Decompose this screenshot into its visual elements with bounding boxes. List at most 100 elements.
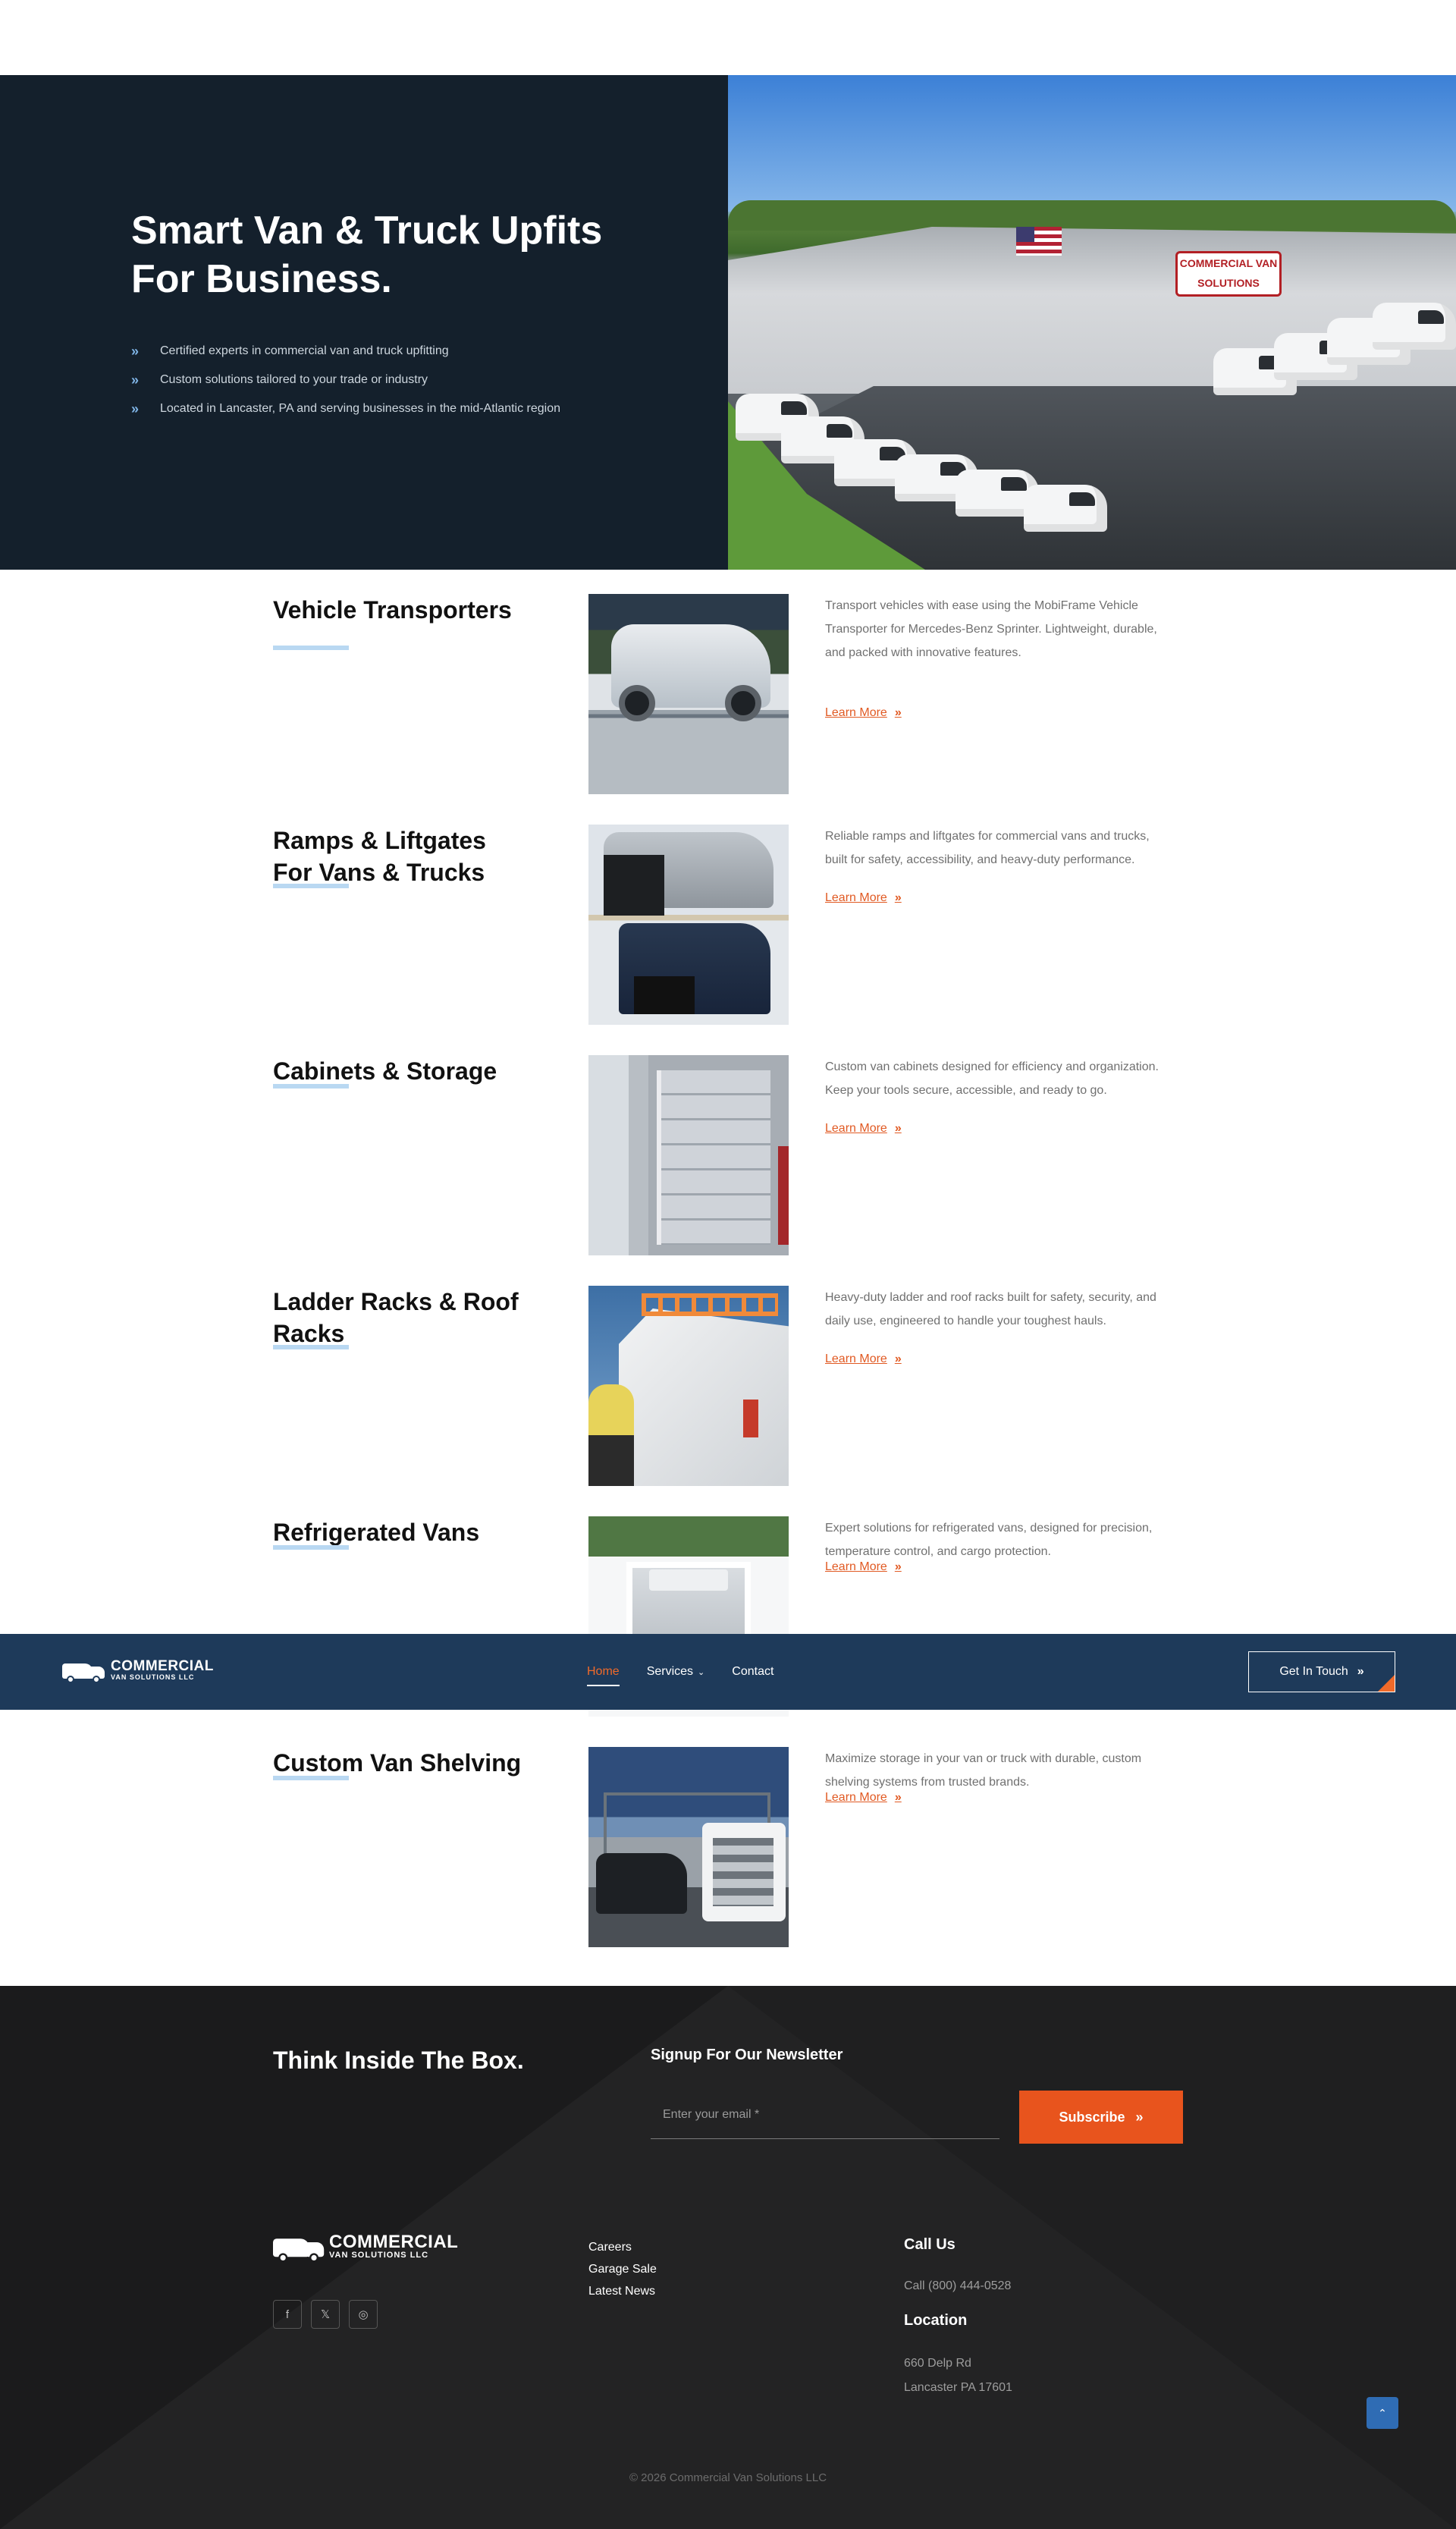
title-underline (273, 1345, 349, 1349)
newsletter-title: Signup For Our Newsletter (651, 2047, 843, 2063)
logo-lockup: COMMERCIAL VAN SOLUTIONS LLC (273, 2233, 458, 2262)
chevron-double-right-icon: » (894, 706, 902, 719)
title-underline (273, 1776, 349, 1780)
back-to-top-button[interactable]: ⌃ (1367, 2397, 1398, 2429)
truck-logo-icon (273, 2233, 326, 2262)
photo-ladder (642, 1293, 778, 1316)
site-footer: Think Inside The Box. Signup For Our New… (0, 1986, 1456, 2529)
nav-label: Home (587, 1665, 620, 1678)
photo-wheel (619, 685, 655, 721)
phone-number[interactable]: Call (800) 444-0528 (904, 2274, 1011, 2298)
truck-logo-icon (62, 1659, 106, 1683)
service-description: Reliable ramps and liftgates for commerc… (825, 830, 1150, 866)
nav-item-home[interactable]: Home (587, 1665, 620, 1686)
service-title: Refrigerated Vans (273, 1519, 480, 1546)
title-underline (273, 1545, 349, 1550)
photo-wheel (725, 685, 761, 721)
service-row-ramps-liftgates: Ramps & Liftgates For Vans & Trucks Reli… (0, 800, 1456, 1031)
chevron-up-icon: ⌃ (1378, 2406, 1387, 2419)
hero-section: Smart Van & Truck Upfits For Business. »… (0, 75, 1456, 570)
photo-cabinet (657, 1070, 770, 1245)
logo-line2: VAN SOLUTIONS LLC (329, 2251, 429, 2260)
logo-wordmark: COMMERCIAL VAN SOLUTIONS LLC (111, 1659, 214, 1682)
learn-more-link[interactable]: Learn More » (825, 1791, 902, 1805)
service-photo-ladder-rack (588, 1286, 789, 1486)
instagram-icon[interactable]: ◎ (349, 2300, 378, 2329)
footer-tagline: Think Inside The Box. (273, 2047, 524, 2074)
photo-van-shelving (702, 1823, 786, 1921)
cta-label: Get In Touch (1279, 1665, 1348, 1678)
photo-van (1024, 485, 1107, 532)
get-in-touch-button[interactable]: Get In Touch » (1248, 1651, 1395, 1692)
cta-corner-accent (1378, 1675, 1395, 1692)
photo-worker (588, 1384, 634, 1486)
service-row-ladder-racks: Ladder Racks & Roof Racks Heavy-duty lad… (0, 1261, 1456, 1492)
building-sign: COMMERCIAL VAN SOLUTIONS (1175, 251, 1282, 297)
hero-bullet: » Certified experts in commercial van and… (131, 337, 728, 366)
logo-line1: COMMERCIAL (329, 2232, 459, 2252)
chevron-double-right-icon: » (894, 1122, 902, 1135)
learn-more-link[interactable]: Learn More » (825, 1122, 902, 1136)
logo-line1: COMMERCIAL (111, 1658, 214, 1674)
logo-line2: VAN SOLUTIONS LLC (111, 1673, 195, 1681)
hero-text-panel: Smart Van & Truck Upfits For Business. »… (0, 75, 728, 570)
learn-more-link[interactable]: Learn More » (825, 1352, 902, 1366)
footer-links: Careers Garage Sale Latest News (588, 2236, 657, 2302)
site-logo[interactable]: COMMERCIAL VAN SOLUTIONS LLC (62, 1659, 214, 1683)
service-description: Custom van cabinets designed for efficie… (825, 1060, 1159, 1097)
learn-more-label: Learn More (825, 891, 887, 904)
photo-accent (778, 1146, 789, 1245)
title-underline (273, 646, 349, 650)
learn-more-label: Learn More (825, 1560, 887, 1573)
chevron-double-right-icon: » (131, 401, 140, 416)
call-us-heading: Call Us (904, 2236, 956, 2253)
x-icon[interactable]: 𝕏 (311, 2300, 340, 2329)
service-title: Ramps & Liftgates For Vans & Trucks (273, 827, 486, 886)
chevron-double-right-icon: » (894, 891, 902, 904)
learn-more-link[interactable]: Learn More » (825, 706, 902, 720)
service-photo-transporter (588, 594, 789, 794)
services-list: Vehicle Transporters Transport vehicles … (0, 570, 1456, 1953)
service-title: Ladder Racks & Roof Racks (273, 1288, 519, 1347)
service-row-vehicle-transporters: Vehicle Transporters Transport vehicles … (0, 570, 1456, 800)
photo-van (619, 1308, 789, 1486)
service-title: Custom Van Shelving (273, 1749, 522, 1777)
title-underline (273, 884, 349, 888)
chevron-double-right-icon: » (894, 1352, 902, 1365)
footer-link-careers[interactable]: Careers (588, 2236, 657, 2258)
hero-photo-facility: COMMERCIAL VAN SOLUTIONS (728, 75, 1456, 570)
photo-van (1373, 303, 1456, 350)
learn-more-link[interactable]: Learn More » (825, 891, 902, 905)
social-links: f 𝕏 ◎ (273, 2300, 387, 2329)
hero-bullet: » Located in Lancaster, PA and serving bu… (131, 394, 728, 423)
footer-link-latest-news[interactable]: Latest News (588, 2280, 657, 2302)
logo-wordmark: COMMERCIAL VAN SOLUTIONS LLC (329, 2233, 458, 2260)
footer-link-garage-sale[interactable]: Garage Sale (588, 2258, 657, 2280)
photo-suv (596, 1853, 687, 1914)
service-row-cabinets-storage: Cabinets & Storage Custom van cabinets d… (0, 1031, 1456, 1261)
address-line-1: 660 Delp Rd (904, 2357, 971, 2370)
newsletter-email-input[interactable] (651, 2091, 999, 2139)
learn-more-label: Learn More (825, 1122, 887, 1135)
subscribe-label: Subscribe (1059, 2109, 1125, 2125)
footer-logo[interactable]: COMMERCIAL VAN SOLUTIONS LLC (273, 2233, 458, 2262)
subscribe-button[interactable]: Subscribe » (1019, 2091, 1183, 2144)
service-description: Maximize storage in your van or truck wi… (825, 1752, 1142, 1789)
learn-more-link[interactable]: Learn More » (825, 1560, 902, 1574)
service-description: Heavy-duty ladder and roof racks built f… (825, 1291, 1156, 1327)
nav-item-services[interactable]: Services ⌄ (647, 1665, 705, 1679)
photo-liftgate (604, 855, 664, 916)
facebook-icon[interactable]: f (273, 2300, 302, 2329)
nav-item-contact[interactable]: Contact (732, 1665, 774, 1679)
learn-more-label: Learn More (825, 706, 887, 719)
hero-title: Smart Van & Truck Upfits For Business. (131, 209, 603, 301)
hero-bullet: » Custom solutions tailored to your trade… (131, 366, 728, 394)
photo-sky (728, 75, 1456, 212)
service-row-custom-shelving: Custom Van Shelving Maximize storage in … (0, 1723, 1456, 1953)
photo-flag (1016, 227, 1062, 256)
service-title: Vehicle Transporters (273, 596, 512, 624)
top-spacer (0, 0, 1456, 75)
learn-more-label: Learn More (825, 1791, 887, 1804)
chevron-double-right-icon: » (1135, 2109, 1144, 2125)
chevron-double-right-icon: » (131, 343, 140, 359)
